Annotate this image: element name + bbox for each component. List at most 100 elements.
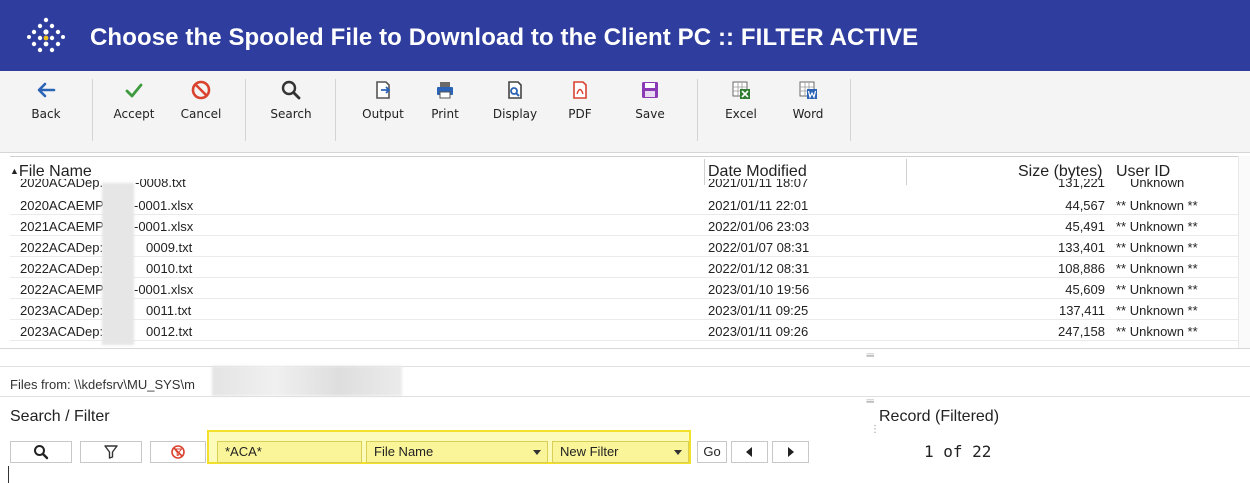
word-icon <box>799 81 817 99</box>
table-row-clipped[interactable]: 2020ACADep. -0008.txt 2021/01/11 18:07 13… <box>10 179 1250 191</box>
toolbar-divider <box>92 79 93 141</box>
table-row[interactable]: 2022ACAEMP -0001.xlsx 2023/01/10 19:56 4… <box>10 278 1250 299</box>
splitter-grip-icon[interactable]: ≡≡ <box>866 397 874 406</box>
row-file-name-prefix: 2021ACAEMP <box>20 219 104 234</box>
redaction-blur <box>102 183 134 345</box>
row-file-name-prefix: 2022ACAEMP <box>20 282 104 297</box>
row-file-name-prefix: 2022ACADep: <box>20 261 104 276</box>
word-label: Word <box>792 107 824 121</box>
grid-bottom-border <box>0 348 1250 349</box>
cancel-button[interactable]: Cancel <box>173 79 229 141</box>
app-logo-icon <box>27 17 65 53</box>
row-user: ** Unknown ** <box>1116 240 1198 255</box>
display-label: Display <box>492 107 538 121</box>
row-date: 2023/01/11 09:26 <box>708 324 809 339</box>
row-file-name-suffix: 0012.txt <box>146 324 193 339</box>
table-row[interactable]: 2023ACADep: 0012.txt 2023/01/11 09:26 24… <box>10 320 1250 341</box>
splitter-grip-icon[interactable]: ⋮ <box>870 424 880 435</box>
filter-value-input[interactable]: *ACA* <box>217 441 362 463</box>
window-edge <box>8 466 9 483</box>
status-bottom-border <box>0 396 1250 397</box>
print-label: Print <box>431 107 459 121</box>
row-file-name-suffix: -0001.xlsx <box>134 219 194 234</box>
row-size: 108,886 <box>1058 261 1105 276</box>
row-date: 2021/01/11 18:07 <box>708 179 809 190</box>
toolbar-divider <box>850 79 851 141</box>
output-label: Output <box>362 107 404 121</box>
row-user: ** Unknown ** <box>1116 324 1198 339</box>
row-size: 45,609 <box>1065 282 1105 297</box>
row-user: ** Unknown ** <box>1116 282 1198 297</box>
table-row[interactable]: 2022ACADep: 0009.txt 2022/01/07 08:31 13… <box>10 236 1250 257</box>
row-file-name-suffix: -0008.txt <box>135 179 186 190</box>
path-redaction-blur <box>212 366 402 396</box>
accept-button[interactable]: Accept <box>106 79 162 141</box>
row-file-name-prefix: 2023ACADep: <box>20 324 104 339</box>
save-floppy-icon <box>642 82 658 98</box>
display-button[interactable]: Display <box>487 79 543 141</box>
filter-mode-select[interactable]: New Filter <box>552 441 689 463</box>
row-size: 247,158 <box>1058 324 1105 339</box>
row-file-name-suffix: -0001.xlsx <box>134 282 194 297</box>
chevron-down-icon <box>533 450 541 455</box>
back-button[interactable]: Back <box>18 79 74 141</box>
accept-label: Accept <box>113 107 155 121</box>
output-icon <box>376 81 391 99</box>
output-button[interactable]: Output <box>355 79 411 141</box>
search-button[interactable]: Search <box>263 79 319 141</box>
excel-button[interactable]: Excel <box>713 79 769 141</box>
clear-filter-button[interactable] <box>150 441 206 463</box>
back-label: Back <box>31 107 61 121</box>
splitter-grip-icon[interactable]: ≡≡ <box>866 351 874 360</box>
toolbar-divider <box>335 79 336 141</box>
pdf-label: PDF <box>568 107 592 121</box>
grid-vertical-scrollbar[interactable] <box>1238 156 1250 348</box>
cancel-icon <box>191 80 211 100</box>
print-button[interactable]: Print <box>417 79 473 141</box>
row-size: 44,567 <box>1065 198 1105 213</box>
files-from-path: Files from: \\kdefsrv\MU_SYS\m <box>10 377 195 392</box>
table-row[interactable]: 2021ACAEMP -0001.xlsx 2022/01/06 23:03 4… <box>10 215 1250 236</box>
row-user: ** Unknown ** <box>1116 198 1198 213</box>
previous-record-button[interactable] <box>731 441 768 463</box>
excel-icon <box>732 81 750 99</box>
word-button[interactable]: Word <box>780 79 836 141</box>
table-row[interactable]: 2023ACADep: 0011.txt 2023/01/11 09:25 13… <box>10 299 1250 320</box>
row-size: 45,491 <box>1065 219 1105 234</box>
clear-filter-icon <box>171 445 185 459</box>
title-bar: Choose the Spooled File to Download to t… <box>0 0 1250 71</box>
filter-field-selected: File Name <box>374 444 434 459</box>
go-button[interactable]: Go <box>697 441 727 463</box>
checkmark-icon <box>125 83 143 98</box>
printer-icon <box>437 82 453 99</box>
chevron-down-icon <box>674 450 682 455</box>
row-file-name-prefix: 2020ACAEMP <box>20 198 104 213</box>
row-file-name-suffix: -0001.xlsx <box>134 198 194 213</box>
display-preview-icon <box>508 81 522 99</box>
arrow-left-icon <box>746 447 752 457</box>
filter-field-select[interactable]: File Name <box>366 441 548 463</box>
row-user: ** Unknown ** <box>1116 261 1198 276</box>
row-size: 133,401 <box>1058 240 1105 255</box>
toolbar-divider <box>697 79 698 141</box>
apply-filter-button[interactable] <box>80 441 142 463</box>
row-file-name-prefix: 2020ACADep. <box>20 179 104 190</box>
toolbar-divider <box>245 79 246 141</box>
arrow-right-icon <box>788 447 794 457</box>
search-filter-button[interactable] <box>10 441 72 463</box>
file-grid: ▲File Name Date Modified Size (bytes) Us… <box>10 156 1250 348</box>
next-record-button[interactable] <box>772 441 809 463</box>
row-file-name-prefix: 2022ACADep: <box>20 240 104 255</box>
sort-asc-icon: ▲ <box>10 166 19 176</box>
table-row[interactable]: 2020ACAEMP -0001.xlsx 2021/01/11 22:01 4… <box>10 194 1250 215</box>
filter-funnel-icon <box>104 445 118 459</box>
filter-mode-selected: New Filter <box>560 444 619 459</box>
save-button[interactable]: Save <box>622 79 678 141</box>
table-row[interactable]: 2022ACADep: 0010.txt 2022/01/12 08:31 10… <box>10 257 1250 278</box>
window-title: Choose the Spooled File to Download to t… <box>90 24 919 51</box>
cancel-label: Cancel <box>180 107 222 121</box>
row-date: 2023/01/10 19:56 <box>708 282 810 297</box>
row-date: 2023/01/11 09:25 <box>708 303 809 318</box>
pdf-button[interactable]: PDF <box>552 79 608 141</box>
search-label: Search <box>270 107 312 121</box>
